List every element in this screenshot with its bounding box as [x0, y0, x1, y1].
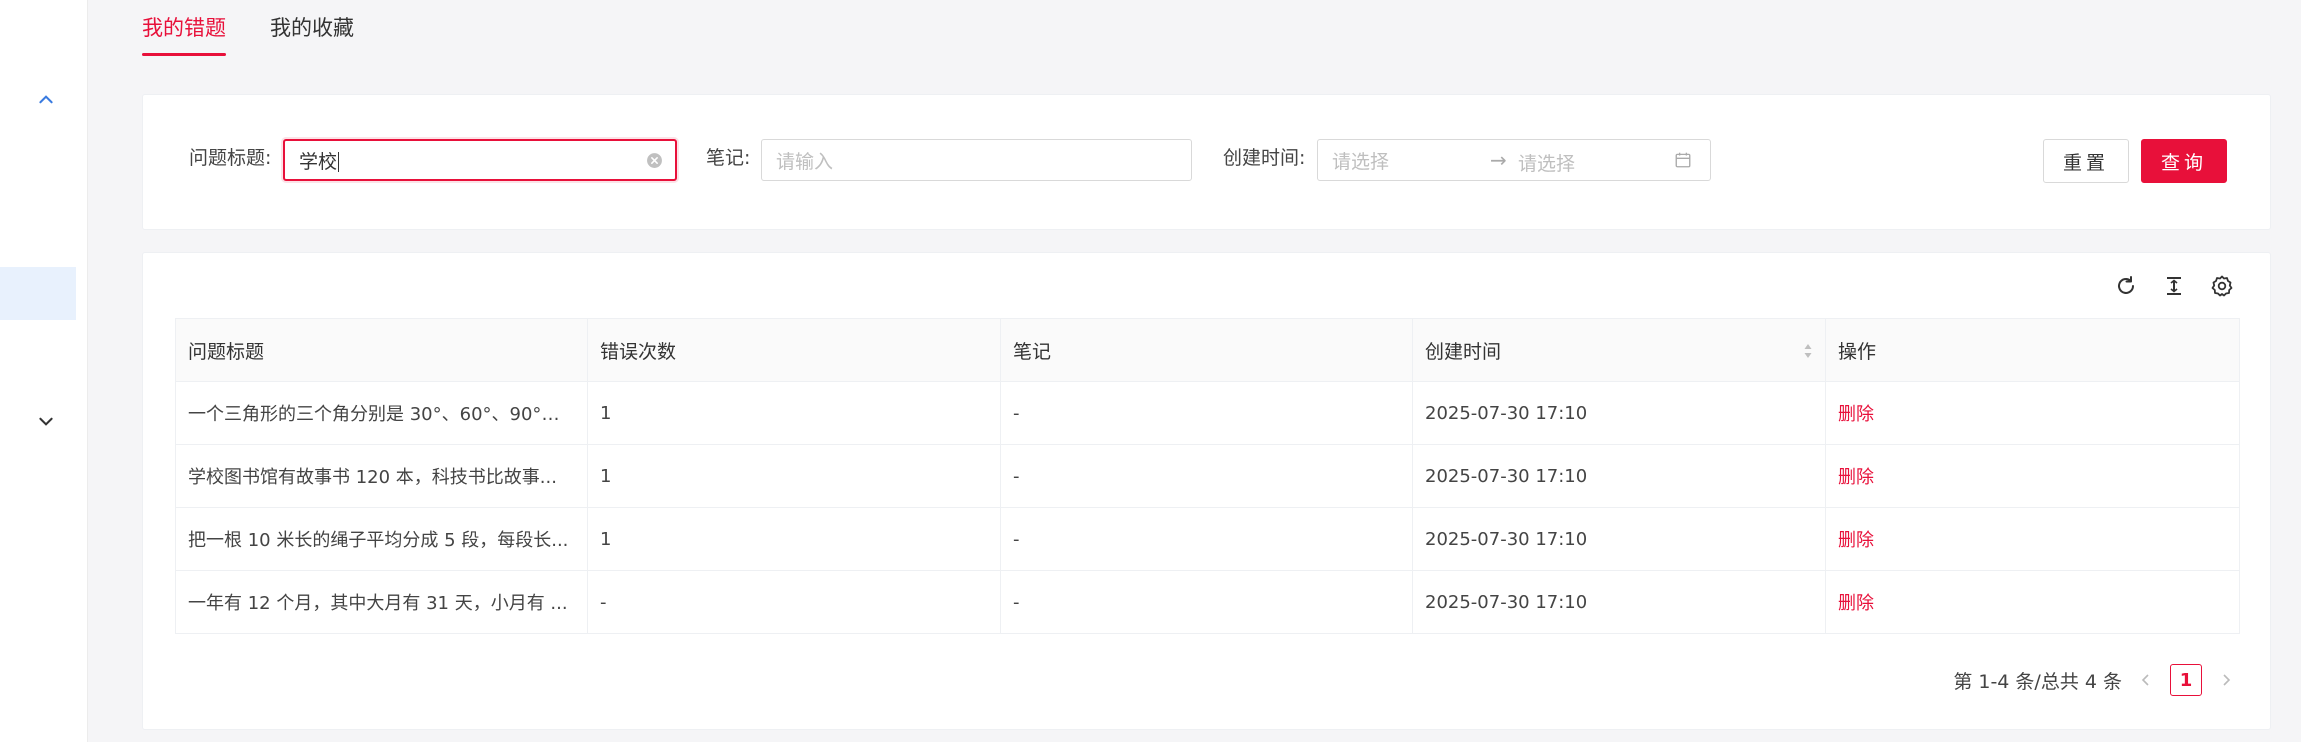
column-header-created[interactable]: 创建时间 — [1412, 318, 1826, 382]
delete-link[interactable]: 删除 — [1838, 404, 1874, 425]
tab-my-mistakes[interactable]: 我的错题 — [142, 0, 226, 56]
cell-note: - — [1000, 444, 1413, 508]
sidebar — [0, 0, 88, 742]
created-filter-label: 创建时间: — [1223, 147, 1306, 169]
delete-link[interactable]: 删除 — [1838, 530, 1874, 551]
table-row: 把一根 10 米长的绳子平均分成 5 段，每段长... 1 - 2025-07-… — [175, 507, 2240, 571]
tab-bar: 我的错题 我的收藏 — [142, 0, 354, 56]
pagination-summary: 第 1-4 条/总共 4 条 — [1953, 670, 2122, 693]
mistakes-table: 问题标题 错误次数 笔记 创建时间 操作 一个三角形的三个角分别是 30°、60… — [175, 318, 2240, 634]
title-filter-input[interactable]: 学校 — [283, 139, 677, 181]
column-header-created-label: 创建时间 — [1425, 340, 1502, 363]
query-button[interactable]: 查询 — [2141, 139, 2227, 183]
clear-icon[interactable] — [646, 152, 663, 169]
cell-note: - — [1000, 507, 1413, 571]
cell-errors: 1 — [587, 507, 1001, 571]
results-panel: 问题标题 错误次数 笔记 创建时间 操作 一个三角形的三个角分别是 30°、60… — [142, 252, 2271, 730]
chevron-down-icon[interactable] — [30, 405, 62, 437]
note-filter-placeholder: 请输入 — [776, 150, 834, 173]
column-header-actions: 操作 — [1825, 318, 2240, 382]
cell-title[interactable]: 一个三角形的三个角分别是 30°、60°、90°，... — [175, 381, 588, 445]
gear-icon[interactable] — [2209, 273, 2235, 299]
date-start-placeholder[interactable]: 请选择 — [1332, 147, 1389, 174]
prev-page-icon[interactable] — [2136, 670, 2156, 690]
title-filter-value: 学校 — [299, 147, 339, 174]
note-filter-input[interactable]: 请输入 — [761, 139, 1192, 181]
column-height-icon[interactable] — [2161, 273, 2187, 299]
chevron-up-icon[interactable] — [30, 84, 62, 116]
title-filter-label: 问题标题: — [189, 147, 272, 169]
cell-title[interactable]: 一年有 12 个月，其中大月有 31 天，小月有 ... — [175, 570, 588, 634]
cell-created: 2025-07-30 17:10 — [1412, 381, 1826, 445]
refresh-icon[interactable] — [2113, 273, 2139, 299]
tab-my-favorites[interactable]: 我的收藏 — [270, 0, 354, 56]
cell-actions: 删除 — [1825, 507, 2240, 571]
table-row: 学校图书馆有故事书 120 本，科技书比故事... 1 - 2025-07-30… — [175, 444, 2240, 508]
table-row: 一年有 12 个月，其中大月有 31 天，小月有 ... - - 2025-07… — [175, 570, 2240, 634]
column-header-errors: 错误次数 — [587, 318, 1001, 382]
cell-note: - — [1000, 570, 1413, 634]
cell-title[interactable]: 学校图书馆有故事书 120 本，科技书比故事... — [175, 444, 588, 508]
cell-actions: 删除 — [1825, 381, 2240, 445]
sort-icon[interactable] — [1803, 341, 1813, 361]
column-header-note: 笔记 — [1000, 318, 1413, 382]
next-page-icon[interactable] — [2216, 670, 2236, 690]
date-range-picker[interactable]: 请选择 → 请选择 — [1317, 139, 1711, 181]
cell-note: - — [1000, 381, 1413, 445]
date-end-placeholder[interactable]: 请选择 — [1518, 149, 1575, 176]
cell-errors: 1 — [587, 381, 1001, 445]
table-header-row: 问题标题 错误次数 笔记 创建时间 操作 — [175, 318, 2240, 382]
cell-actions: 删除 — [1825, 570, 2240, 634]
cell-actions: 删除 — [1825, 444, 2240, 508]
table-row: 一个三角形的三个角分别是 30°、60°、90°，... 1 - 2025-07… — [175, 381, 2240, 445]
column-header-title: 问题标题 — [175, 318, 588, 382]
filter-panel: 问题标题: 学校 笔记: 请输入 创建时间: 请选择 → 请选择 重置 查询 — [142, 94, 2271, 230]
date-separator-icon: → — [1490, 148, 1507, 172]
pagination: 第 1-4 条/总共 4 条 1 — [1953, 664, 2236, 696]
delete-link[interactable]: 删除 — [1838, 467, 1874, 488]
delete-link[interactable]: 删除 — [1838, 593, 1874, 614]
cell-created: 2025-07-30 17:10 — [1412, 444, 1826, 508]
reset-button[interactable]: 重置 — [2043, 139, 2129, 183]
note-filter-label: 笔记: — [706, 147, 751, 169]
cell-errors: 1 — [587, 444, 1001, 508]
page-number-current[interactable]: 1 — [2170, 664, 2202, 696]
cell-created: 2025-07-30 17:10 — [1412, 570, 1826, 634]
sidebar-active-item[interactable] — [0, 267, 76, 320]
calendar-icon — [1675, 152, 1691, 168]
cell-created: 2025-07-30 17:10 — [1412, 507, 1826, 571]
cell-errors: - — [587, 570, 1001, 634]
cell-title[interactable]: 把一根 10 米长的绳子平均分成 5 段，每段长... — [175, 507, 588, 571]
